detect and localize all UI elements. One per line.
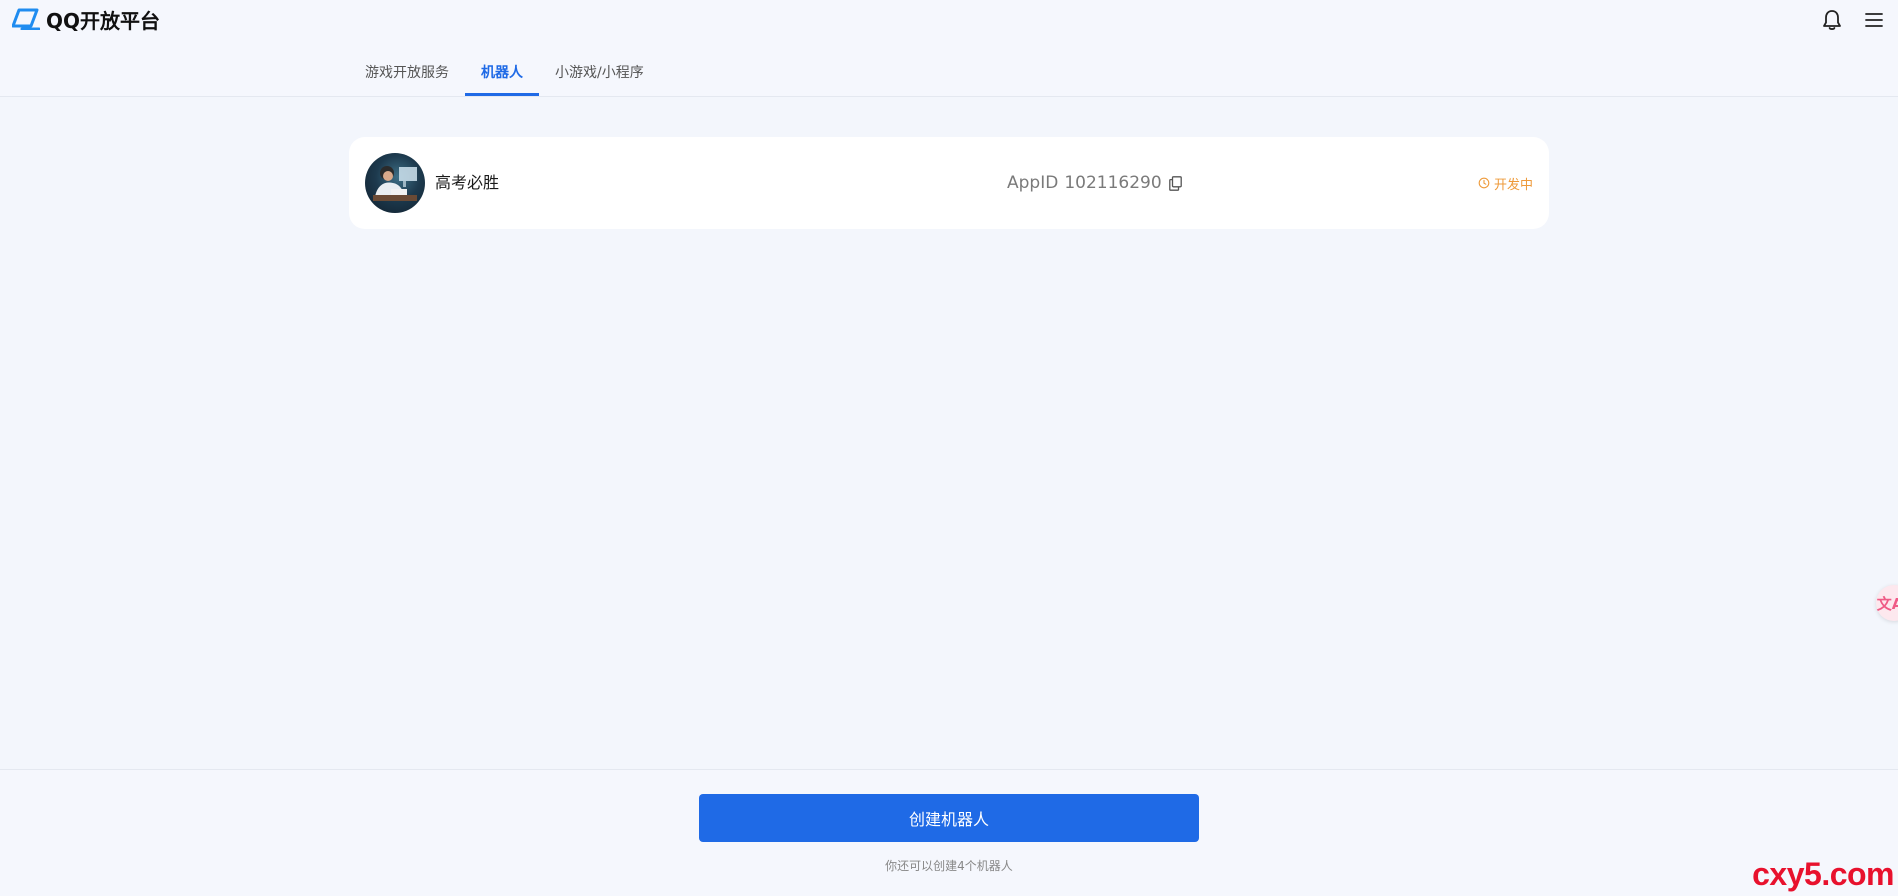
watermark: cxy5.com — [1752, 856, 1894, 892]
copy-icon[interactable] — [1168, 175, 1184, 191]
create-bot-button[interactable]: 创建机器人 — [699, 794, 1199, 842]
logo-text: QQ开放平台 — [46, 8, 161, 33]
tab-game-services[interactable]: 游戏开放服务 — [349, 56, 465, 96]
status-badge: 开发中 — [1478, 137, 1533, 229]
quota-hint: 你还可以创建4个机器人 — [885, 859, 1013, 873]
logo[interactable]: QQ开放平台 — [12, 4, 160, 34]
header-actions — [1802, 8, 1886, 32]
bot-avatar — [365, 153, 425, 213]
translate-glyph: 文A — [1876, 594, 1898, 613]
tab-mini-games[interactable]: 小游戏/小程序 — [539, 56, 660, 96]
bottom-action-bar: 创建机器人 你还可以创建4个机器人 — [0, 769, 1898, 896]
clock-icon — [1478, 177, 1490, 189]
appid-value: 102116290 — [1064, 173, 1162, 193]
status-text: 开发中 — [1493, 177, 1533, 193]
menu-icon[interactable] — [1862, 8, 1886, 32]
appid-label: AppID — [1007, 173, 1059, 193]
tab-bots[interactable]: 机器人 — [465, 56, 539, 96]
top-header: QQ开放平台 游戏开放服务 机器人 小游戏/小程序 — [0, 0, 1898, 97]
bot-card[interactable]: 高考必胜 AppID 102116290 开发中 — [349, 137, 1549, 229]
bell-icon[interactable] — [1820, 8, 1844, 32]
bot-name: 高考必胜 — [435, 173, 500, 192]
nav-tabs: 游戏开放服务 机器人 小游戏/小程序 — [349, 56, 660, 96]
appid-display: AppID 102116290 — [1007, 137, 1184, 229]
logo-icon — [12, 8, 40, 30]
translate-icon[interactable]: 文A — [1876, 585, 1898, 621]
